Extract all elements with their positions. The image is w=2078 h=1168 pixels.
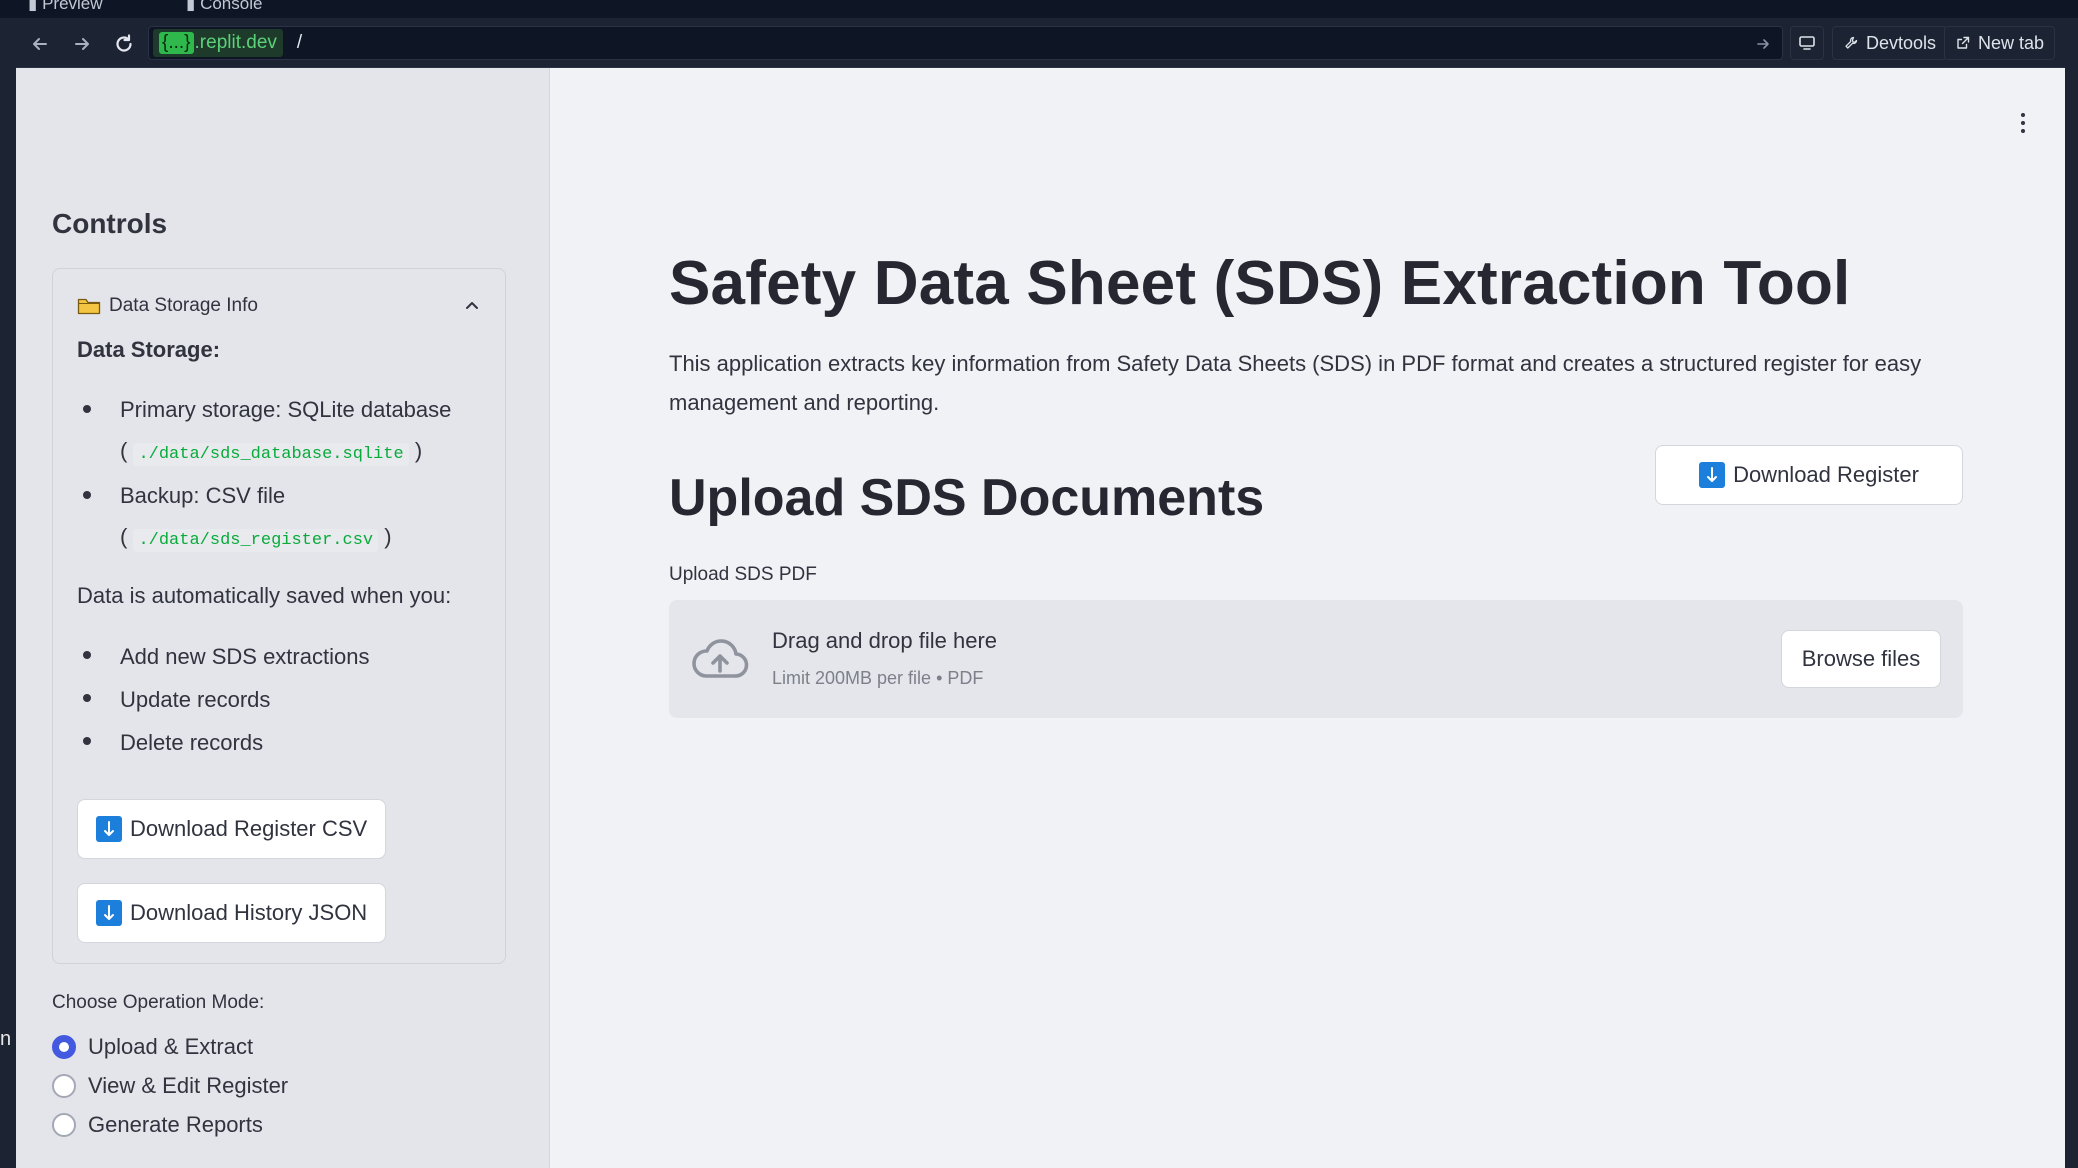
url-field[interactable]: {...} .replit.dev / — [148, 26, 1783, 60]
expander-label: Data Storage Info — [109, 295, 258, 316]
data-storage-expander: Data Storage Info Data Storage: Primary … — [52, 268, 506, 964]
upload-heading: Upload SDS Documents — [669, 469, 1265, 527]
download-register-label: Download Register — [1733, 462, 1919, 487]
storage-item-backup: Backup: CSV file ( ./data/sds_register.c… — [77, 475, 487, 561]
sidebar: Controls Data Storage Info Data Storage:… — [16, 68, 550, 1168]
auto-save-list: Add new SDS extractions Update records D… — [77, 635, 487, 764]
chevron-up-icon[interactable] — [463, 297, 481, 315]
address-bar: {...} .replit.dev / Devtools New tab — [16, 18, 2065, 68]
tab-preview[interactable]: ▮ Preview — [28, 0, 103, 14]
external-link-icon — [1957, 36, 1970, 49]
download-arrow-icon — [1699, 462, 1726, 488]
browser-tab-strip: ▮ Preview ▮ Console — [0, 0, 2078, 18]
download-register-csv-button[interactable]: Download Register CSV — [77, 799, 387, 859]
radio-generate-reports[interactable]: Generate Reports — [52, 1110, 263, 1140]
main-content: Safety Data Sheet (SDS) Extraction Tool … — [550, 68, 2065, 1168]
auto-save-text: Data is automatically saved when you: — [77, 583, 452, 608]
list-item: Update records — [77, 678, 487, 721]
radio-selected-icon[interactable] — [52, 1035, 76, 1059]
radio-unselected-icon[interactable] — [52, 1113, 76, 1137]
backup-storage-path: ./data/sds_register.csv — [133, 529, 379, 552]
reload-icon[interactable] — [110, 30, 138, 58]
radio-label: Generate Reports — [88, 1112, 263, 1137]
go-arrow-icon[interactable] — [1754, 35, 1772, 53]
radio-unselected-icon[interactable] — [52, 1074, 76, 1098]
edge-marker: n — [0, 1028, 12, 1050]
dropzone-limit: Limit 200MB per file • PDF — [772, 668, 984, 688]
operation-mode-label: Choose Operation Mode: — [52, 992, 265, 1013]
url-host: {...} .replit.dev — [153, 29, 283, 57]
expander-body: Data Storage: Primary storage: SQLite da… — [77, 337, 487, 764]
page-title: Safety Data Sheet (SDS) Extraction Tool — [669, 249, 1851, 318]
browse-files-button[interactable]: Browse files — [1781, 630, 1941, 688]
new-tab-button[interactable]: New tab — [1944, 26, 2056, 60]
tab-console-label: Console — [200, 0, 263, 13]
backup-storage-text: Backup: CSV file — [120, 483, 286, 508]
folder-icon — [77, 298, 101, 315]
streamlit-app: Controls Data Storage Info Data Storage:… — [16, 68, 2065, 1168]
url-host-domain: .replit.dev — [194, 32, 277, 53]
primary-storage-text: Primary storage: SQLite database — [120, 397, 452, 422]
tab-console[interactable]: ▮ Console — [186, 0, 262, 14]
radio-label: View & Edit Register — [88, 1073, 289, 1098]
devtools-button[interactable]: Devtools — [1832, 26, 1948, 60]
download-arrow-icon — [96, 900, 122, 926]
download-history-json-button[interactable]: Download History JSON — [77, 883, 387, 943]
download-history-json-label: Download History JSON — [130, 900, 368, 925]
forward-arrow-icon[interactable] — [68, 30, 96, 58]
radio-view-edit-register[interactable]: View & Edit Register — [52, 1071, 288, 1101]
intro-text: This application extracts key informatio… — [669, 351, 1922, 415]
radio-upload-extract[interactable]: Upload & Extract — [52, 1032, 253, 1062]
url-path: / — [296, 32, 303, 53]
tab-preview-label: Preview — [42, 0, 103, 13]
storage-list: Primary storage: SQLite database ( ./dat… — [77, 389, 487, 561]
radio-label: Upload & Extract — [88, 1034, 254, 1059]
window-right-edge — [2065, 18, 2078, 1168]
devtools-label: Devtools — [1866, 32, 1937, 53]
wrench-icon — [1845, 36, 1858, 49]
cloud-upload-icon — [692, 639, 749, 678]
storage-item-primary: Primary storage: SQLite database ( ./dat… — [77, 389, 487, 475]
dropzone-title: Drag and drop file here — [772, 628, 998, 653]
upload-field-label: Upload SDS PDF — [669, 564, 817, 585]
more-options-icon[interactable] — [2013, 108, 2033, 138]
download-register-csv-label: Download Register CSV — [130, 816, 368, 841]
download-register-button[interactable]: Download Register — [1655, 445, 1963, 505]
list-item: Add new SDS extractions — [77, 635, 487, 678]
monitor-icon — [1799, 36, 1815, 50]
storage-heading: Data Storage: — [77, 337, 221, 362]
window-left-edge: n — [0, 18, 16, 1168]
download-arrow-icon — [96, 816, 122, 842]
back-arrow-icon[interactable] — [26, 30, 54, 58]
new-tab-label: New tab — [1978, 32, 2045, 53]
file-dropzone[interactable]: Drag and drop file here Limit 200MB per … — [669, 600, 1963, 718]
expander-header[interactable]: Data Storage Info — [77, 291, 481, 321]
url-host-bracket: {...} — [159, 32, 194, 54]
sidebar-title: Controls — [52, 208, 168, 239]
device-preview-button[interactable] — [1790, 26, 1824, 60]
primary-storage-path: ./data/sds_database.sqlite — [133, 443, 409, 466]
list-item: Delete records — [77, 721, 487, 764]
